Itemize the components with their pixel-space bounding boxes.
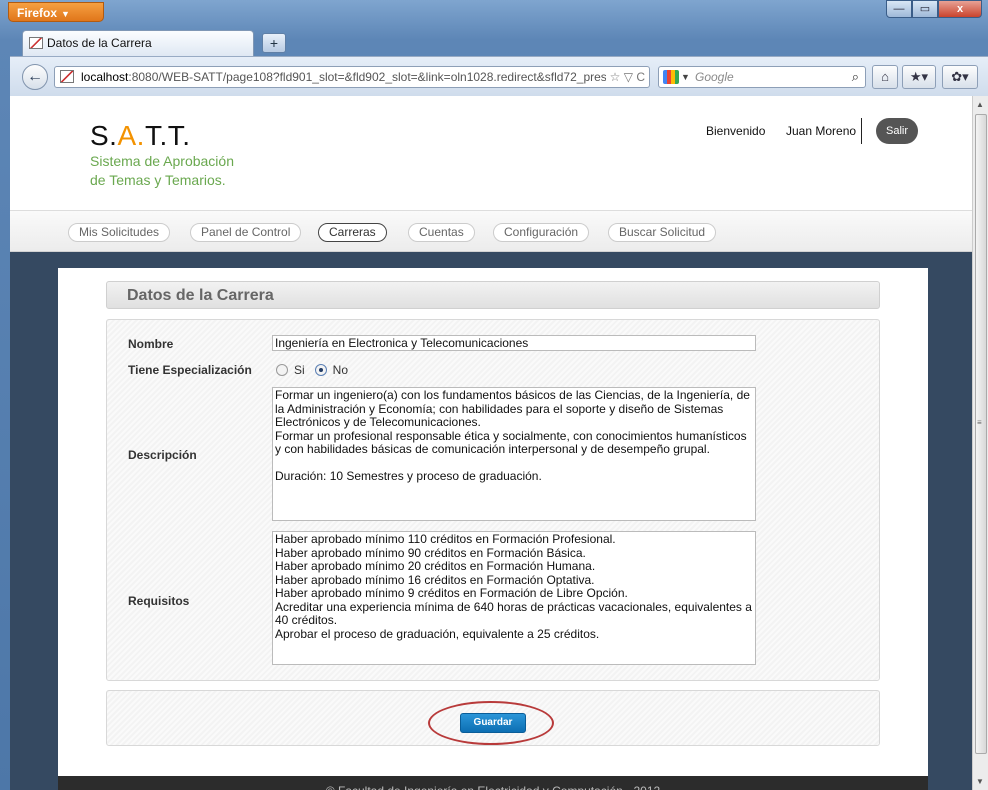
requisitos-label: Requisitos xyxy=(128,594,190,608)
chevron-down-icon: ▼ xyxy=(61,9,70,19)
new-tab-button[interactable]: + xyxy=(262,33,286,53)
scroll-down-icon[interactable]: ▼ xyxy=(976,777,984,786)
navigation-bar: ← localhost:8080/WEB-SATT/page108?fld901… xyxy=(10,56,988,96)
chevron-down-icon[interactable]: ▼ xyxy=(681,67,690,87)
home-icon[interactable]: ⌂ xyxy=(872,65,898,89)
page-title: Datos de la Carrera xyxy=(127,287,274,304)
section-header: Datos de la Carrera xyxy=(106,281,880,309)
google-icon[interactable] xyxy=(663,70,679,84)
page-footer: © Facultad de Ingeniería en Electricidad… xyxy=(58,776,928,790)
close-window-button[interactable]: x xyxy=(938,0,982,18)
scroll-grip-icon: ≡ xyxy=(977,418,982,427)
back-arrow-icon[interactable]: ← xyxy=(22,64,48,90)
firefox-menu-label: Firefox xyxy=(17,6,58,20)
radio-no-label[interactable]: No xyxy=(333,363,348,377)
scrollbar-thumb[interactable] xyxy=(975,114,987,754)
requisitos-line: Acreditar una experiencia mínima de 640 … xyxy=(275,599,752,614)
search-placeholder: Google xyxy=(695,70,734,84)
especializacion-label: Tiene Especialización xyxy=(128,363,252,377)
nombre-label: Nombre xyxy=(128,337,174,351)
browser-window: Firefox ▼ — ▭ x Datos de la Carrera + ← l… xyxy=(0,0,988,790)
radio-si[interactable] xyxy=(276,364,288,376)
requisitos-line: Aprobar el proceso de graduación, equiva… xyxy=(275,626,600,641)
tab-title: Datos de la Carrera xyxy=(47,36,152,50)
search-icon[interactable]: ⌕ xyxy=(852,67,859,87)
requisitos-line: Haber aprobado mínimo 110 créditos en Fo… xyxy=(275,532,616,546)
url-bar[interactable]: localhost:8080/WEB-SATT/page108?fld901_s… xyxy=(54,66,650,88)
descripcion-line: Electrónicos y de Telecomunicaciones. xyxy=(275,415,481,429)
tab-datos-carrera[interactable]: Datos de la Carrera xyxy=(22,30,254,56)
requisitos-textarea[interactable]: Haber aprobado mínimo 110 créditos en Fo… xyxy=(272,531,756,665)
requisitos-line: Haber aprobado mínimo 16 créditos en For… xyxy=(275,572,595,587)
firefox-menu-button[interactable]: Firefox ▼ xyxy=(8,2,104,22)
descripcion-textarea[interactable]: Formar un ingeniero(a) con los fundament… xyxy=(272,387,756,521)
radio-si-label[interactable]: Si xyxy=(294,363,305,377)
descripcion-label: Descripción xyxy=(128,448,197,462)
descripcion-line: Duración: 10 Semestres y proceso de grad… xyxy=(275,469,542,483)
maximize-button[interactable]: ▭ xyxy=(912,0,938,18)
vertical-scrollbar[interactable]: ▲ ≡ ▼ xyxy=(972,96,988,790)
nombre-field[interactable]: Ingeniería en Electronica y Telecomunica… xyxy=(272,335,756,351)
annotation-highlight xyxy=(428,701,554,745)
requisitos-line: 40 créditos. xyxy=(275,613,338,627)
especializacion-radio-group: Si No xyxy=(276,363,358,377)
descripcion-line: y con habilidades básicas de comunicació… xyxy=(275,442,710,456)
window-controls: — ▭ x xyxy=(886,0,982,18)
descripcion-line: la Administración y Economía; con habili… xyxy=(275,401,724,416)
requisitos-line: Haber aprobado mínimo 9 créditos en Form… xyxy=(275,586,628,600)
title-bar: Firefox ▼ — ▭ x xyxy=(0,0,988,24)
radio-no[interactable] xyxy=(314,364,327,376)
bookmark-star-icon[interactable]: ☆ ▽ C xyxy=(605,67,645,87)
content-layer: Datos de la Carrera Nombre Ingeniería en… xyxy=(10,96,972,790)
bookmarks-icon[interactable]: ★▾ xyxy=(902,65,936,89)
tab-strip: Datos de la Carrera + xyxy=(0,30,988,56)
descripcion-line: Formar un profesional responsable ética … xyxy=(275,428,747,443)
minimize-button[interactable]: — xyxy=(886,0,912,18)
descripcion-line: Formar un ingeniero(a) con los fundament… xyxy=(275,388,750,402)
site-favicon-icon xyxy=(60,70,74,83)
requisitos-line: Haber aprobado mínimo 90 créditos en For… xyxy=(275,545,586,560)
site-favicon-icon xyxy=(29,37,43,49)
search-input[interactable]: ▼ Google ⌕ xyxy=(658,66,866,88)
descripcion-line xyxy=(275,457,753,471)
addon-icon[interactable]: ✿▾ xyxy=(942,65,978,89)
scroll-up-icon[interactable]: ▲ xyxy=(976,100,984,109)
requisitos-line: Haber aprobado mínimo 20 créditos en For… xyxy=(275,559,596,573)
url-path: :8080/WEB-SATT/page108?fld901_slot=&fld9… xyxy=(128,70,614,84)
url-host: localhost xyxy=(81,70,129,84)
